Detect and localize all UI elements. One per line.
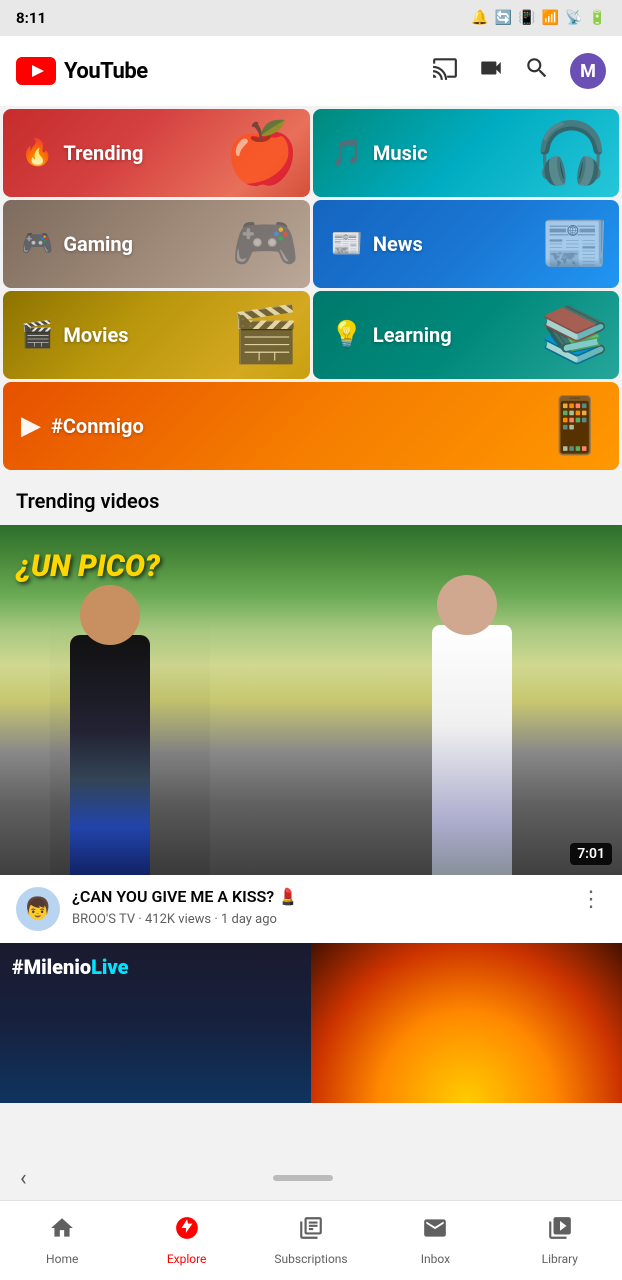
separator-dot-2: ·: [214, 912, 221, 927]
inbox-nav-label: Inbox: [421, 1252, 450, 1266]
sync-icon: 🔄: [495, 10, 512, 26]
signal-icon: 📡: [565, 10, 582, 26]
home-nav-label: Home: [46, 1252, 78, 1266]
main-content: 🔥 Trending 🎵 Music 🎮 Gaming 📰: [0, 106, 622, 1227]
time-ago: 1 day ago: [221, 912, 277, 927]
milenio-text: #Milenio: [12, 955, 91, 979]
home-gesture-pill: [273, 1175, 333, 1181]
view-count: 412K views: [145, 912, 211, 927]
video-meta-1: ¿CAN YOU GIVE ME A KISS? 💄 BROO'S TV · 4…: [72, 887, 564, 927]
video-thumbnail-1[interactable]: ¿UN PICO? 7:01: [0, 525, 622, 875]
nav-home[interactable]: Home: [0, 1215, 124, 1266]
explore-nav-label: Explore: [167, 1252, 207, 1266]
home-indicator: ‹: [0, 1156, 622, 1200]
channel-avatar-emoji: 👦: [24, 897, 51, 922]
status-icons: 🔔 🔄 📳 📶 📡 🔋: [471, 10, 606, 26]
video-info-1: 👦 ¿CAN YOU GIVE ME A KISS? 💄 BROO'S TV ·…: [0, 875, 622, 943]
milenio-live-text: #MilenioLive: [12, 955, 129, 979]
explore-nav-icon: [174, 1215, 200, 1247]
learning-icon: 💡: [331, 320, 363, 350]
back-arrow-icon[interactable]: ‹: [20, 1166, 27, 1191]
trending-label: Trending: [63, 141, 143, 165]
gaming-label: Gaming: [63, 232, 133, 256]
video-subtitle-1: BROO'S TV · 412K views · 1 day ago: [72, 912, 564, 927]
category-trending[interactable]: 🔥 Trending: [3, 109, 310, 197]
logo-area: YouTube: [16, 57, 148, 85]
channel-avatar-1[interactable]: 👦: [16, 887, 60, 931]
category-movies[interactable]: 🎬 Movies: [3, 291, 310, 379]
category-learning[interactable]: 💡 Learning: [313, 291, 620, 379]
status-bar: 8:11 🔔 🔄 📳 📶 📡 🔋: [0, 0, 622, 36]
header-actions: M: [432, 53, 606, 89]
video-item-1: ¿UN PICO? 7:01 👦 ¿CAN YOU GIVE ME A KISS…: [0, 525, 622, 943]
gaming-icon: 🎮: [21, 229, 53, 259]
status-time: 8:11: [16, 9, 46, 27]
thumbnail-left-half: #MilenioLive: [0, 943, 311, 1103]
library-nav-icon: [547, 1215, 573, 1247]
separator-dot: ·: [138, 912, 145, 927]
video-thumbnail-2[interactable]: #MilenioLive: [0, 943, 622, 1103]
video-more-button[interactable]: ⋮: [576, 887, 606, 912]
app-title: YouTube: [64, 59, 148, 84]
channel-name[interactable]: BROO'S TV: [72, 912, 135, 927]
trending-icon: 🔥: [21, 138, 53, 168]
video-title-1[interactable]: ¿CAN YOU GIVE ME A KISS? 💄: [72, 887, 564, 908]
youtube-logo-icon: [16, 57, 56, 85]
inbox-nav-icon: [422, 1215, 448, 1247]
vibrate-icon: 📳: [518, 10, 535, 26]
notification-icon: 🔔: [471, 10, 488, 26]
news-icon: 📰: [331, 229, 363, 259]
library-nav-label: Library: [542, 1252, 578, 1266]
thumbnail-right-half: [311, 943, 622, 1103]
music-label: Music: [373, 141, 428, 165]
learning-label: Learning: [373, 323, 452, 347]
camera-button[interactable]: [478, 55, 504, 87]
conmigo-label: #Conmigo: [51, 414, 144, 438]
battery-icon: 🔋: [589, 10, 606, 26]
bottom-navigation: Home Explore Subscriptions Inbox Library: [0, 1200, 622, 1280]
video-item-2: #MilenioLive: [0, 943, 622, 1103]
live-text: Live: [91, 955, 128, 979]
nav-inbox[interactable]: Inbox: [373, 1215, 497, 1266]
nav-library[interactable]: Library: [498, 1215, 622, 1266]
user-avatar[interactable]: M: [570, 53, 606, 89]
category-music[interactable]: 🎵 Music: [313, 109, 620, 197]
conmigo-icon: ▶: [21, 411, 41, 441]
movies-icon: 🎬: [21, 320, 53, 350]
app-header: YouTube M: [0, 36, 622, 106]
music-icon: 🎵: [331, 138, 363, 168]
category-news[interactable]: 📰 News: [313, 200, 620, 288]
video-overlay-text: ¿UN PICO?: [16, 549, 160, 584]
search-button[interactable]: [524, 55, 550, 87]
subscriptions-nav-label: Subscriptions: [274, 1252, 347, 1266]
video-duration: 7:01: [570, 843, 612, 865]
category-grid: 🔥 Trending 🎵 Music 🎮 Gaming 📰: [0, 106, 622, 473]
subscriptions-nav-icon: [298, 1215, 324, 1247]
cast-button[interactable]: [432, 55, 458, 87]
nav-subscriptions[interactable]: Subscriptions: [249, 1215, 373, 1266]
wifi-icon: 📶: [542, 10, 559, 26]
nav-explore[interactable]: Explore: [124, 1215, 248, 1266]
home-nav-icon: [49, 1215, 75, 1247]
news-label: News: [373, 232, 423, 256]
category-conmigo[interactable]: ▶ #Conmigo: [3, 382, 619, 470]
category-gaming[interactable]: 🎮 Gaming: [3, 200, 310, 288]
trending-section-title: Trending videos: [0, 473, 622, 525]
movies-label: Movies: [63, 323, 128, 347]
